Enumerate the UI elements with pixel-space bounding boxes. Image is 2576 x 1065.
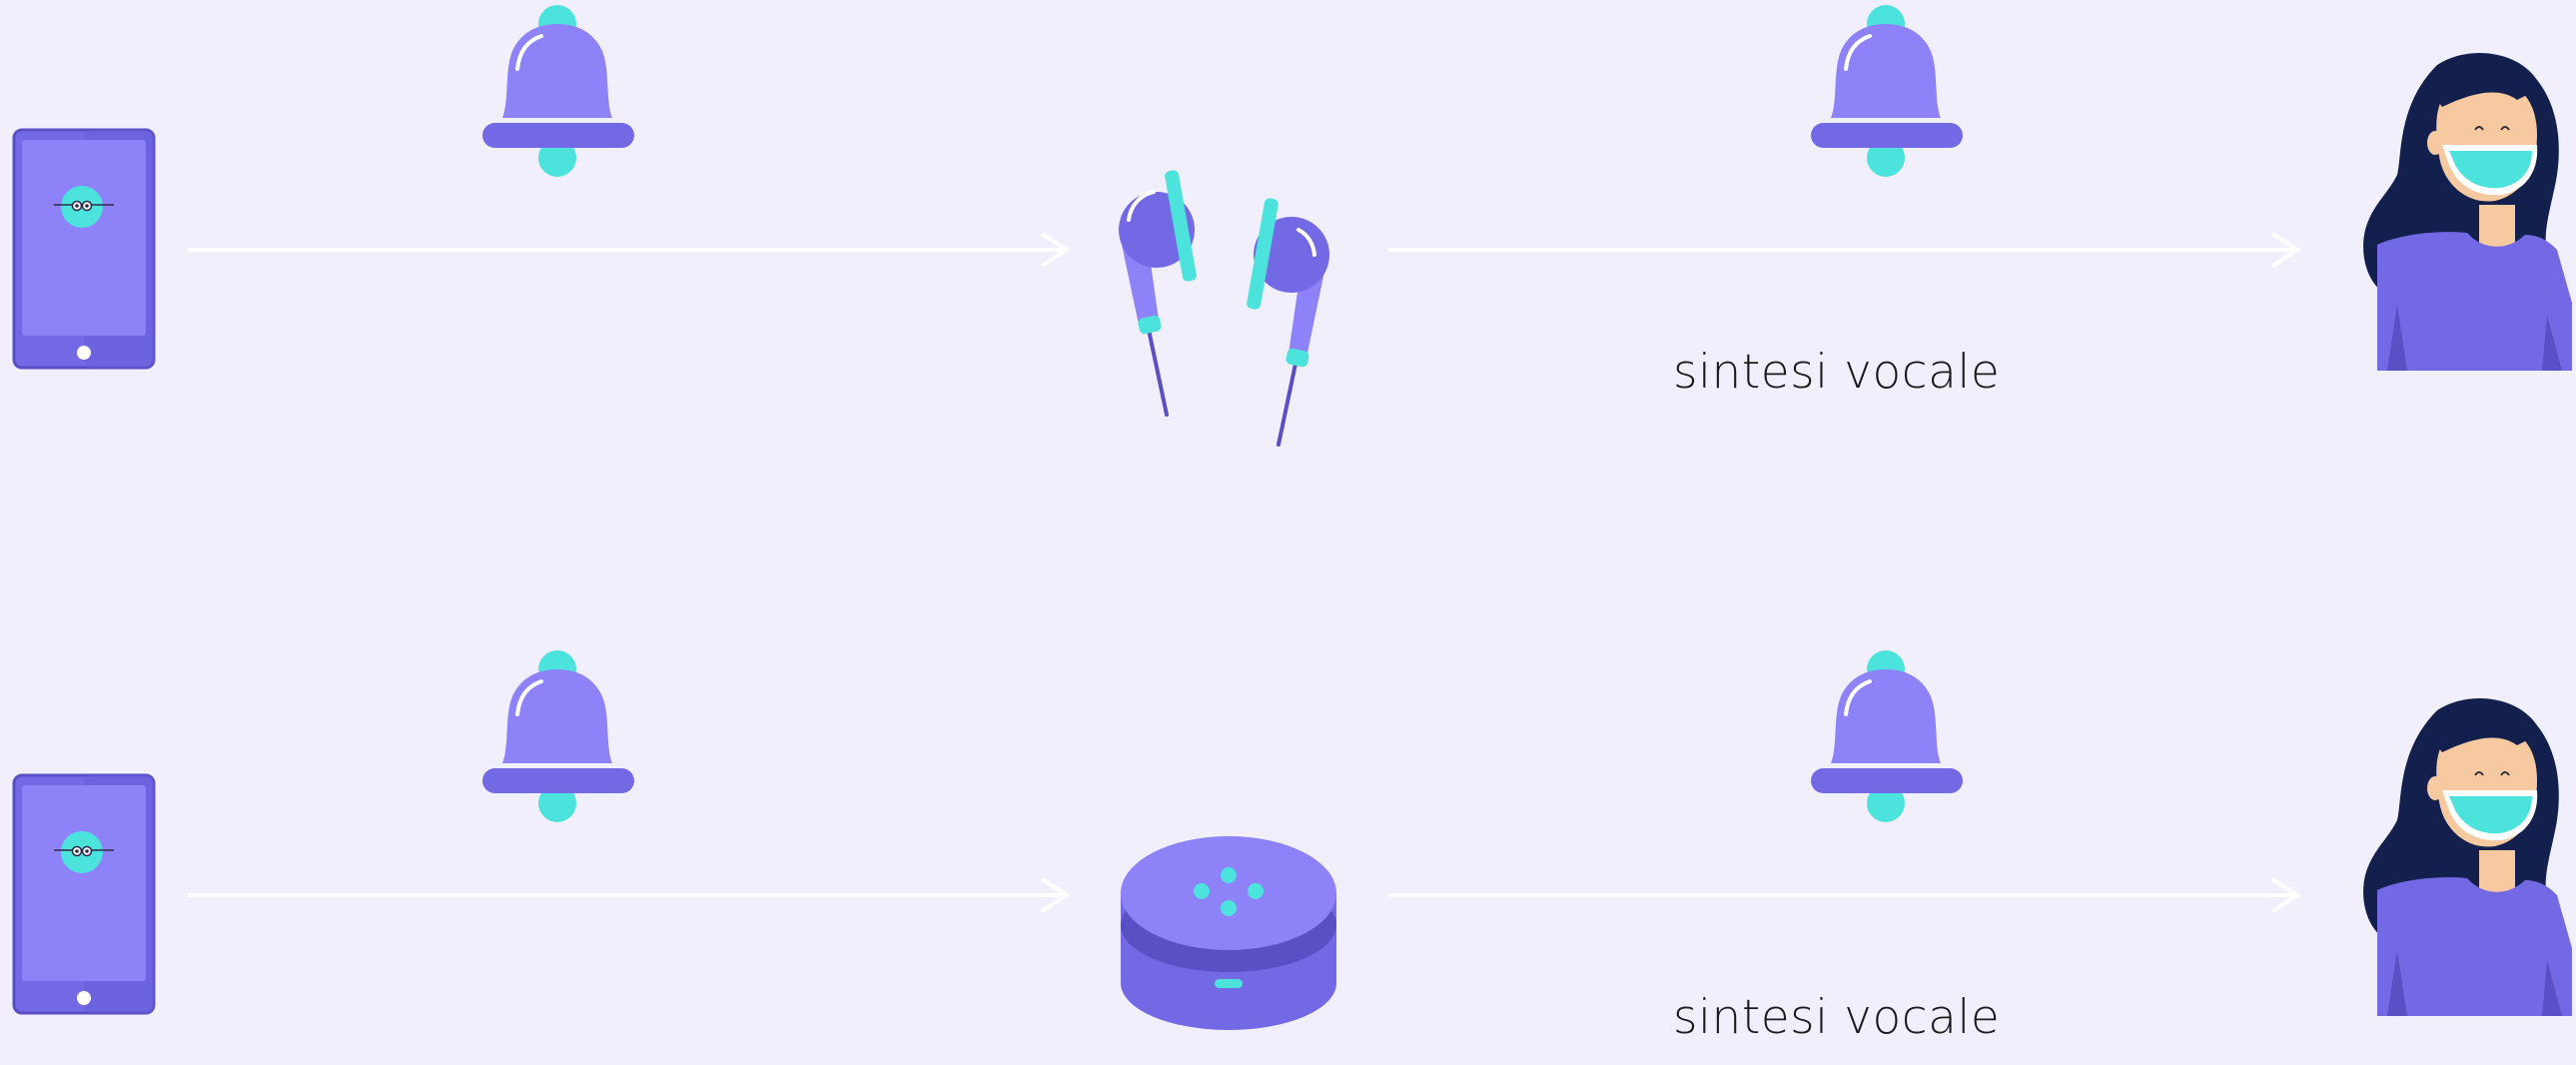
caption-text-to-speech: sintesi vocale [1673,345,2001,400]
arrow-icon [188,232,1071,268]
arrow-icon [1388,877,2301,913]
woman-avatar-icon [2363,698,2572,1016]
earphones-icon [1119,170,1329,447]
arrow-icon [188,877,1071,913]
arrow-icon [1388,232,2301,268]
bell-icon [482,5,634,177]
flow-row-smart-speaker: sintesi vocale [0,645,2576,1065]
caption-text-to-speech: sintesi vocale [1673,990,2001,1045]
bell-icon [1811,650,1963,822]
smartphone-icon [12,128,156,370]
woman-avatar-icon [2363,53,2572,371]
smartphone-icon [12,773,156,1015]
flow-row-earphones: sintesi vocale [0,0,2576,447]
bell-icon [482,650,634,822]
flow-diagram: sintesi vocale sintesi vocale [0,0,2576,1045]
smart-speaker-icon [1121,836,1336,1030]
bell-icon [1811,5,1963,177]
